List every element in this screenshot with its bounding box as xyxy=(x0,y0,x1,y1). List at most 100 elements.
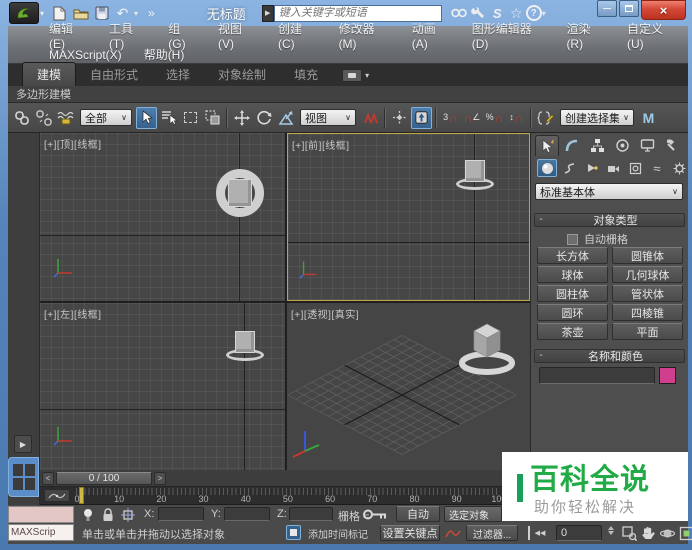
unlink-selection-icon[interactable] xyxy=(33,107,54,129)
ribbon-config-icon[interactable] xyxy=(342,69,362,82)
set-key-button[interactable]: 设置关键点 xyxy=(380,525,440,541)
zoom-extents-icon[interactable] xyxy=(620,524,638,542)
button-cone[interactable]: 圆锥体 xyxy=(612,247,683,264)
use-pivot-center-icon[interactable] xyxy=(360,107,381,129)
button-cylinder[interactable]: 圆柱体 xyxy=(537,285,608,302)
undo-dropdown-icon[interactable]: ▾ xyxy=(134,9,138,18)
named-selection-sets-dropdown[interactable]: 创建选择集 ∨ xyxy=(560,109,634,126)
edit-named-selection-sets-icon[interactable] xyxy=(535,107,556,129)
maxscript-mini-listener-white[interactable]: MAXScrip xyxy=(8,524,74,541)
angle-snap-icon[interactable]: ∩ ∠ xyxy=(462,107,483,129)
menu-graph-editors[interactable]: 图形编辑器(D) xyxy=(461,19,556,52)
viewport-top[interactable]: [+][顶][线框] xyxy=(40,133,285,301)
y-coordinate-field[interactable] xyxy=(224,507,270,521)
button-tube[interactable]: 管状体 xyxy=(612,285,683,302)
box-object[interactable] xyxy=(474,324,500,357)
previous-frame-button[interactable]: < xyxy=(42,472,54,485)
subcategory-space-warps-icon[interactable]: ≈ xyxy=(647,159,667,177)
selection-filter-dropdown[interactable]: 全部 ∨ xyxy=(80,109,132,126)
rectangular-selection-region-icon[interactable] xyxy=(180,107,201,129)
box-object[interactable] xyxy=(465,160,485,182)
subcategory-cameras-icon[interactable] xyxy=(603,159,623,177)
button-teapot[interactable]: 茶壶 xyxy=(537,323,608,340)
tab-display[interactable] xyxy=(635,135,659,156)
subcategory-systems-icon[interactable] xyxy=(669,159,689,177)
minimize-button[interactable]: ─ xyxy=(597,0,617,17)
z-coordinate-field[interactable] xyxy=(289,507,333,521)
menu-customize[interactable]: 自定义(U) xyxy=(616,19,688,52)
ribbon-tab-modeling[interactable]: 建模 xyxy=(22,62,76,86)
prompt-assist-icon[interactable] xyxy=(80,507,96,522)
viewport-label[interactable]: [+][透视][真实] xyxy=(291,306,359,321)
reference-coordinate-dropdown[interactable]: 视图 ∨ xyxy=(300,109,356,126)
ribbon-config-dropdown-icon[interactable]: ▾ xyxy=(365,71,369,80)
frame-spinner[interactable] xyxy=(608,526,614,535)
bind-to-space-warp-icon[interactable] xyxy=(55,107,76,129)
select-and-move-icon[interactable] xyxy=(231,107,252,129)
maxscript-mini-listener-pink[interactable] xyxy=(8,506,74,523)
viewport-layout-2x2-button[interactable] xyxy=(8,457,39,497)
select-object-icon[interactable] xyxy=(136,107,157,129)
current-frame-field[interactable]: 0 xyxy=(556,525,602,541)
tab-hierarchy[interactable] xyxy=(585,135,609,156)
ribbon-tab-freeform[interactable]: 自由形式 xyxy=(76,63,152,86)
track-bar[interactable]: 0 10 20 30 40 50 60 70 80 90 100 xyxy=(40,487,530,505)
logo-dropdown-icon[interactable]: ▾ xyxy=(40,9,44,18)
subcategory-shapes-icon[interactable] xyxy=(559,159,579,177)
pan-hand-icon[interactable] xyxy=(639,524,657,542)
object-name-field[interactable] xyxy=(539,367,655,384)
viewport-label[interactable]: [+][顶][线框] xyxy=(44,136,102,151)
primitive-category-dropdown[interactable]: 标准基本体 ∨ xyxy=(535,183,683,200)
layout-tab-expand-button[interactable]: ▶ xyxy=(14,435,32,453)
menu-maxscript[interactable]: MAXScript(X) xyxy=(38,47,133,63)
isolate-selection-icon[interactable] xyxy=(286,525,301,540)
rollout-name-color-header[interactable]: - 名称和颜色 xyxy=(534,349,685,363)
viewport-left[interactable]: [+][左][线框] xyxy=(40,303,285,470)
set-key-icon[interactable] xyxy=(360,505,390,523)
button-plane[interactable]: 平面 xyxy=(612,323,683,340)
menu-create[interactable]: 创建(C) xyxy=(267,19,328,52)
tab-modify[interactable] xyxy=(560,135,584,156)
button-sphere[interactable]: 球体 xyxy=(537,266,608,283)
snaps-toggle-icon[interactable]: 3 ∩ xyxy=(440,107,461,129)
ribbon-tab-selection[interactable]: 选择 xyxy=(152,63,204,86)
percent-snap-icon[interactable]: % ∩ xyxy=(484,107,505,129)
subcategory-lights-icon[interactable] xyxy=(581,159,601,177)
viewport-perspective[interactable]: [+][透视][真实] xyxy=(287,303,530,470)
maximize-button[interactable] xyxy=(619,0,639,17)
app-logo-button[interactable] xyxy=(9,2,39,24)
current-frame-marker[interactable] xyxy=(79,487,84,504)
orbit-icon[interactable] xyxy=(658,524,676,542)
mirror-icon[interactable]: M xyxy=(638,107,659,129)
help-dropdown-icon[interactable]: ▾ xyxy=(542,9,546,18)
absolute-offset-toggle-icon[interactable] xyxy=(120,507,136,522)
window-crossing-icon[interactable] xyxy=(202,107,223,129)
close-button[interactable]: × xyxy=(641,0,686,20)
subcategory-geometry-icon[interactable] xyxy=(537,159,557,177)
ribbon-tab-object-paint[interactable]: 对象绘制 xyxy=(204,63,280,86)
viewport-label[interactable]: [+][左][线框] xyxy=(44,306,102,321)
menu-rendering[interactable]: 渲染(R) xyxy=(555,19,616,52)
menu-help[interactable]: 帮助(H) xyxy=(133,45,196,64)
auto-key-button[interactable]: 自动 xyxy=(396,506,440,522)
ribbon-tab-populate[interactable]: 填充 xyxy=(280,63,332,86)
keyboard-shortcut-override-icon[interactable] xyxy=(411,107,432,129)
select-and-manipulate-icon[interactable] xyxy=(389,107,410,129)
selected-filter-dropdown[interactable]: 选定对象 xyxy=(444,506,502,522)
menu-animation[interactable]: 动画(A) xyxy=(401,19,461,52)
ribbon-panel-polygon-modeling[interactable]: 多边形建模 xyxy=(8,86,71,102)
qat-overflow-button[interactable]: » xyxy=(148,6,155,20)
box-object[interactable] xyxy=(235,331,255,353)
time-slider-handle[interactable]: 0 / 100 xyxy=(56,472,152,485)
menu-views[interactable]: 视图(V) xyxy=(207,19,267,52)
box-object[interactable] xyxy=(228,179,252,207)
spinner-snap-icon[interactable]: ↕ ∩ xyxy=(506,107,527,129)
button-geosphere[interactable]: 几何球体 xyxy=(612,266,683,283)
next-frame-button[interactable]: > xyxy=(154,472,166,485)
x-coordinate-field[interactable] xyxy=(158,507,204,521)
tab-utilities[interactable] xyxy=(660,135,684,156)
select-and-rotate-icon[interactable] xyxy=(253,107,274,129)
maximize-viewport-toggle-icon[interactable] xyxy=(677,524,692,542)
select-and-link-icon[interactable] xyxy=(11,107,32,129)
tab-motion[interactable] xyxy=(610,135,634,156)
